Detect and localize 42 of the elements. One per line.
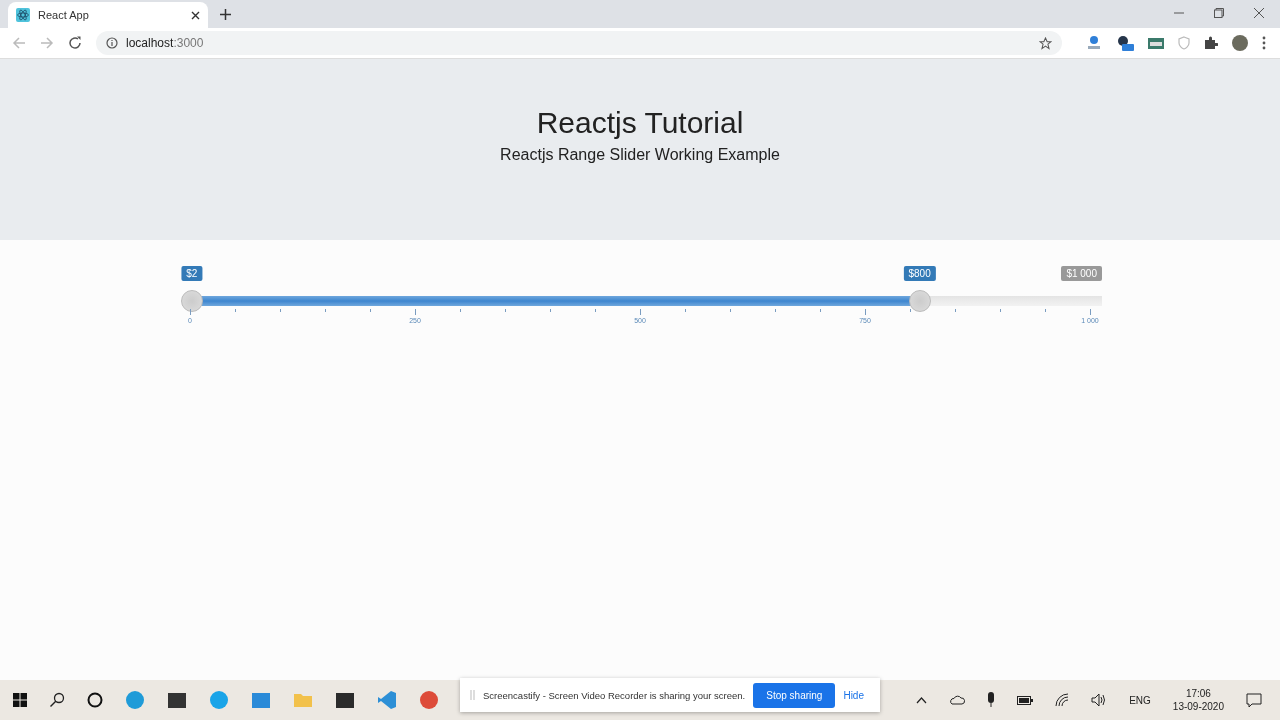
notification-icon[interactable] bbox=[1246, 692, 1262, 708]
chevron-up-icon[interactable] bbox=[916, 696, 928, 704]
stop-sharing-button[interactable]: Stop sharing bbox=[753, 682, 836, 708]
page-title: Reactjs Tutorial bbox=[536, 105, 744, 140]
speaker-icon[interactable] bbox=[1091, 693, 1108, 707]
clock-time[interactable]: 17:06 bbox=[1185, 688, 1211, 699]
wifi-icon[interactable] bbox=[1055, 693, 1070, 707]
extension-icon[interactable] bbox=[1116, 35, 1134, 51]
star-icon[interactable] bbox=[1039, 36, 1052, 50]
menu-icon[interactable] bbox=[1262, 36, 1266, 50]
url-text: localhost:3000 bbox=[126, 36, 204, 50]
browser-tab[interactable]: React App bbox=[8, 2, 208, 28]
close-icon[interactable] bbox=[191, 10, 200, 20]
info-icon bbox=[106, 37, 118, 49]
atom-icon bbox=[16, 8, 30, 22]
microphone-icon[interactable] bbox=[987, 692, 996, 708]
app-icon[interactable] bbox=[335, 690, 355, 710]
close-icon[interactable] bbox=[1254, 8, 1264, 18]
battery-icon[interactable] bbox=[1017, 695, 1034, 705]
hide-button[interactable]: Hide bbox=[843, 689, 864, 701]
cloud-icon[interactable] bbox=[949, 695, 966, 705]
plus-icon[interactable] bbox=[220, 9, 231, 20]
puzzle-icon[interactable] bbox=[1204, 36, 1218, 50]
clock-date[interactable]: 13-09-2020 bbox=[1172, 701, 1224, 712]
drag-handle-icon[interactable] bbox=[470, 690, 475, 700]
tab-title: React App bbox=[38, 9, 90, 21]
language-indicator[interactable]: ENG bbox=[1129, 694, 1151, 706]
slider-handle[interactable] bbox=[908, 290, 931, 312]
reload-icon[interactable] bbox=[68, 36, 82, 50]
address-bar[interactable]: localhost:3000 bbox=[96, 31, 1062, 55]
search-icon[interactable] bbox=[49, 692, 65, 708]
restore-icon[interactable] bbox=[1214, 8, 1224, 18]
notification-message: Screencastify - Screen Video Recorder is sharing your screen. bbox=[483, 689, 746, 701]
value-label: $2 bbox=[181, 266, 203, 281]
value-label: $800 bbox=[903, 266, 936, 281]
app-icon[interactable] bbox=[167, 690, 187, 710]
avatar-icon[interactable] bbox=[1232, 35, 1248, 51]
windows-icon[interactable] bbox=[13, 693, 27, 707]
page-subtitle: Reactjs Range Slider Working Example bbox=[500, 145, 780, 164]
circle-icon[interactable] bbox=[87, 692, 103, 708]
max-label: $1 000 bbox=[1061, 266, 1102, 281]
slider-handle[interactable] bbox=[180, 290, 203, 312]
